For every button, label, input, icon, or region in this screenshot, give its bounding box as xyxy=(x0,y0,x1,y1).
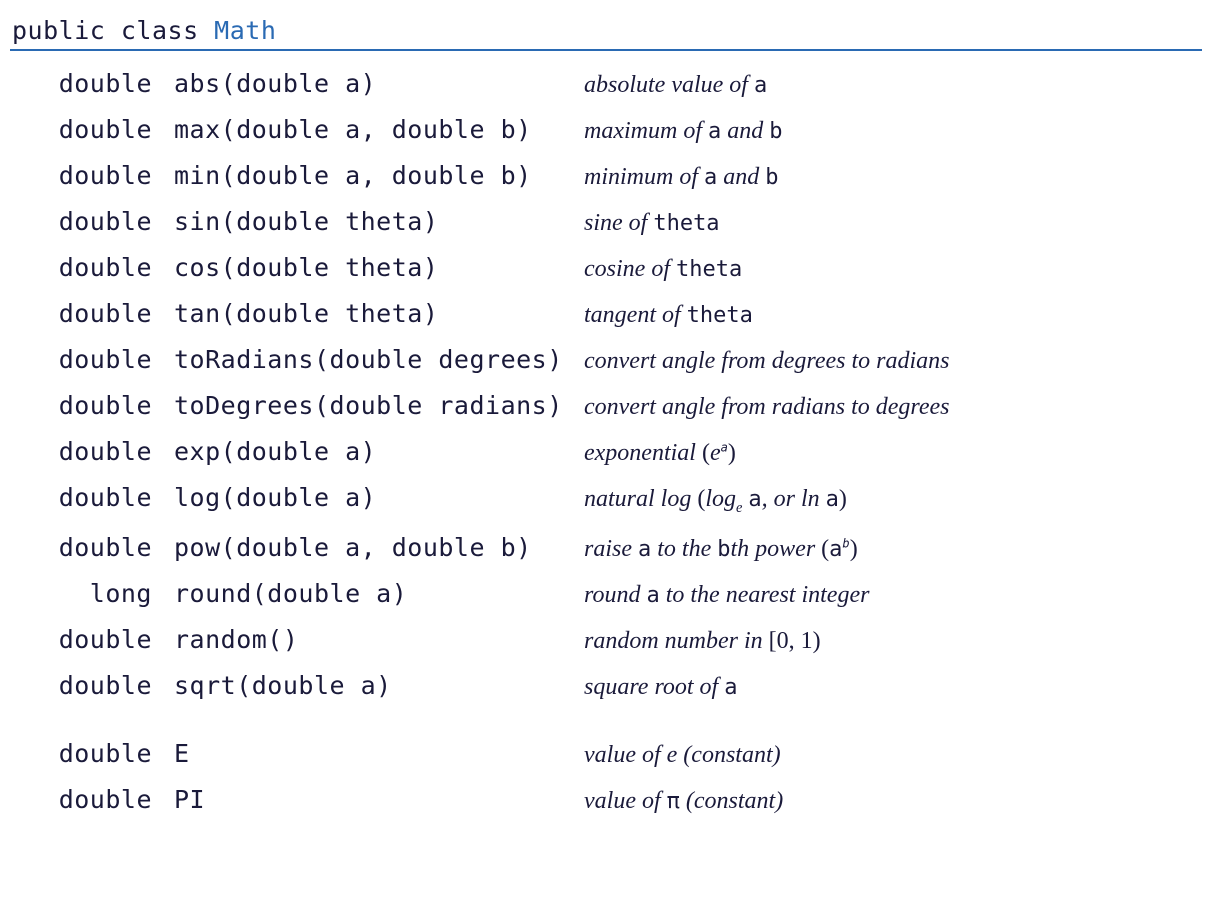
api-row: doublepow(double a, double b)raise a to … xyxy=(10,525,1202,571)
description: square root of a xyxy=(584,675,1202,699)
api-row: doublesin(double theta)sine of theta xyxy=(10,199,1202,245)
signature: E xyxy=(152,741,584,766)
description: natural log (loge a, or ln a) xyxy=(584,487,1202,515)
api-table: doubleabs(double a)absolute value of ado… xyxy=(10,51,1202,823)
class-declaration: public class Math xyxy=(10,16,1202,51)
signature: round(double a) xyxy=(152,581,584,606)
description: tangent of theta xyxy=(584,303,1202,327)
class-name: Math xyxy=(214,16,276,45)
api-row: doubleabs(double a)absolute value of a xyxy=(10,61,1202,107)
class-prefix: public class xyxy=(12,16,214,45)
signature: random() xyxy=(152,627,584,652)
return-type: double xyxy=(10,163,152,188)
return-type: double xyxy=(10,741,152,766)
description: sine of theta xyxy=(584,211,1202,235)
section-gap xyxy=(10,709,1202,731)
return-type: long xyxy=(10,581,152,606)
return-type: double xyxy=(10,71,152,96)
description: value of π (constant) xyxy=(584,789,1202,813)
signature: sin(double theta) xyxy=(152,209,584,234)
return-type: double xyxy=(10,627,152,652)
signature: log(double a) xyxy=(152,485,584,510)
signature: PI xyxy=(152,787,584,812)
description: random number in [0, 1) xyxy=(584,629,1202,653)
return-type: double xyxy=(10,117,152,142)
description: round a to the nearest integer xyxy=(584,583,1202,607)
description: cosine of theta xyxy=(584,257,1202,281)
return-type: double xyxy=(10,673,152,698)
description: value of e (constant) xyxy=(584,743,1202,767)
api-row: longround(double a)round a to the neares… xyxy=(10,571,1202,617)
signature: pow(double a, double b) xyxy=(152,535,584,560)
return-type: double xyxy=(10,393,152,418)
api-row: doubletan(double theta)tangent of theta xyxy=(10,291,1202,337)
signature: toDegrees(double radians) xyxy=(152,393,584,418)
api-row: doublelog(double a)natural log (loge a, … xyxy=(10,475,1202,525)
signature: max(double a, double b) xyxy=(152,117,584,142)
api-row: doublemin(double a, double b)minimum of … xyxy=(10,153,1202,199)
signature: tan(double theta) xyxy=(152,301,584,326)
description: exponential (ea) xyxy=(584,441,1202,465)
return-type: double xyxy=(10,301,152,326)
api-row: doubletoRadians(double degrees)convert a… xyxy=(10,337,1202,383)
description: maximum of a and b xyxy=(584,119,1202,143)
return-type: double xyxy=(10,485,152,510)
signature: min(double a, double b) xyxy=(152,163,584,188)
description: raise a to the bth power (ab) xyxy=(584,537,1202,561)
signature: cos(double theta) xyxy=(152,255,584,280)
description: convert angle from degrees to radians xyxy=(584,349,1202,373)
signature: exp(double a) xyxy=(152,439,584,464)
return-type: double xyxy=(10,535,152,560)
description: minimum of a and b xyxy=(584,165,1202,189)
description: convert angle from radians to degrees xyxy=(584,395,1202,419)
signature: sqrt(double a) xyxy=(152,673,584,698)
signature: abs(double a) xyxy=(152,71,584,96)
api-row: doublecos(double theta)cosine of theta xyxy=(10,245,1202,291)
api-row: doubletoDegrees(double radians)convert a… xyxy=(10,383,1202,429)
return-type: double xyxy=(10,439,152,464)
return-type: double xyxy=(10,787,152,812)
return-type: double xyxy=(10,347,152,372)
return-type: double xyxy=(10,255,152,280)
api-row: doubleEvalue of e (constant) xyxy=(10,731,1202,777)
return-type: double xyxy=(10,209,152,234)
api-row: doublemax(double a, double b)maximum of … xyxy=(10,107,1202,153)
signature: toRadians(double degrees) xyxy=(152,347,584,372)
api-row: doublesqrt(double a)square root of a xyxy=(10,663,1202,709)
api-row: doublePIvalue of π (constant) xyxy=(10,777,1202,823)
api-row: doublerandom()random number in [0, 1) xyxy=(10,617,1202,663)
description: absolute value of a xyxy=(584,73,1202,97)
api-row: doubleexp(double a)exponential (ea) xyxy=(10,429,1202,475)
